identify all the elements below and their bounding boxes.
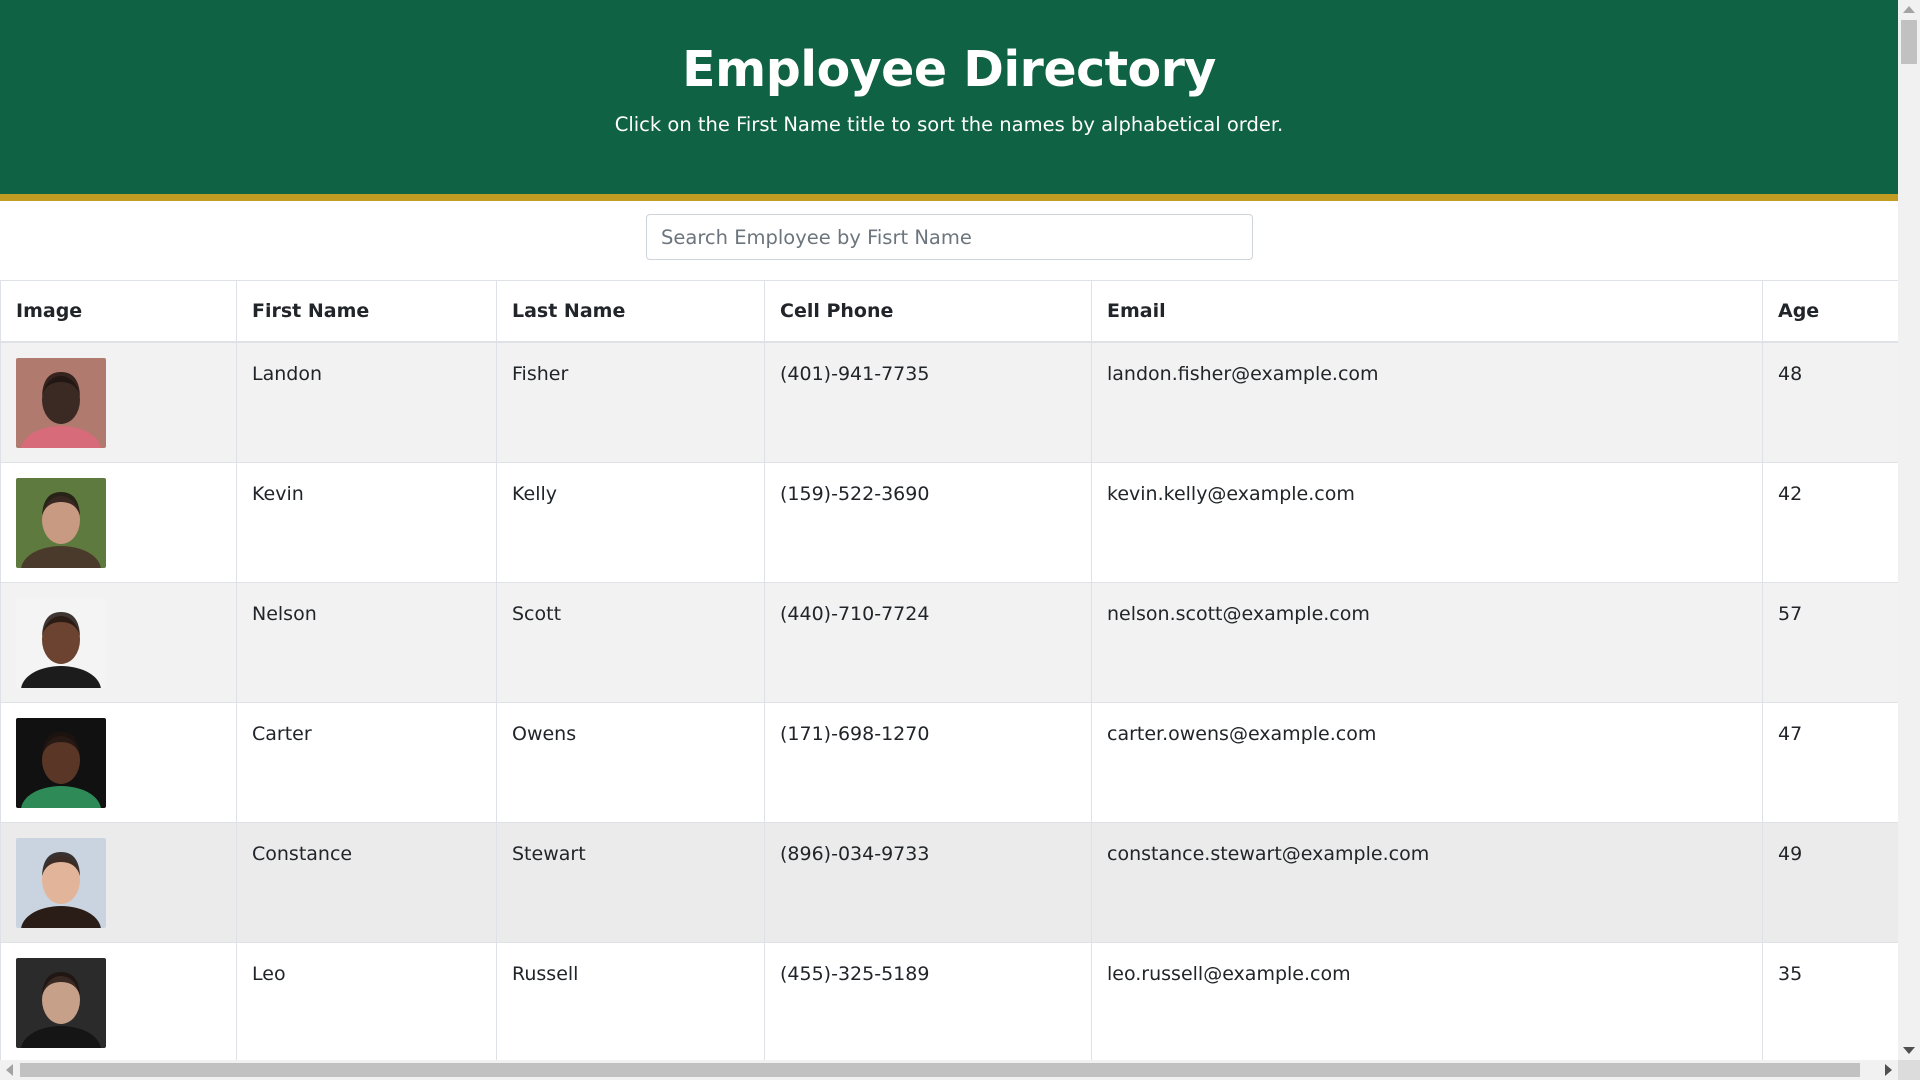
age-cell: 42 xyxy=(1762,461,1898,583)
age-cell: 35 xyxy=(1762,941,1898,1060)
cell-phone-cell: (440)-710-7724 xyxy=(764,581,1092,703)
last-name-cell: Fisher xyxy=(496,341,765,463)
cell-phone-cell: (401)-941-7735 xyxy=(764,341,1092,463)
first-name-cell: Landon xyxy=(236,341,497,463)
column-header-cell-phone: Cell Phone xyxy=(764,280,1092,343)
horizontal-scrollbar[interactable] xyxy=(0,1060,1898,1080)
column-header-last-name: Last Name xyxy=(496,280,765,343)
last-name-cell: Kelly xyxy=(496,461,765,583)
age-cell: 47 xyxy=(1762,701,1898,823)
email-cell: carter.owens@example.com xyxy=(1091,701,1763,823)
scroll-right-arrow-icon[interactable] xyxy=(1885,1064,1892,1076)
age-cell: 49 xyxy=(1762,821,1898,943)
table-header-row: Image First Name Last Name Cell Phone Em… xyxy=(0,280,1898,343)
column-header-image: Image xyxy=(0,280,237,343)
first-name-cell: Leo xyxy=(236,941,497,1060)
first-name-cell: Kevin xyxy=(236,461,497,583)
employee-image-cell xyxy=(0,581,237,703)
vertical-scroll-thumb[interactable] xyxy=(1901,20,1917,64)
table-row: Leo Russell (455)-325-5189 leo.russell@exam… xyxy=(0,941,1898,1060)
last-name-cell: Scott xyxy=(496,581,765,703)
search-input[interactable] xyxy=(646,214,1253,260)
first-name-cell: Carter xyxy=(236,701,497,823)
table-row: Landon Fisher (401)-941-7735 landon.fisher@… xyxy=(0,341,1898,463)
search-bar xyxy=(0,201,1898,280)
email-cell: nelson.scott@example.com xyxy=(1091,581,1763,703)
email-cell: landon.fisher@example.com xyxy=(1091,341,1763,463)
cell-phone-cell: (171)-698-1270 xyxy=(764,701,1092,823)
scroll-left-arrow-icon[interactable] xyxy=(6,1064,13,1076)
cell-phone-cell: (896)-034-9733 xyxy=(764,821,1092,943)
employee-image-cell xyxy=(0,701,237,823)
page-viewport: Employee Directory Click on the First Na… xyxy=(0,0,1898,1060)
employee-photo xyxy=(16,957,106,1048)
employee-photo xyxy=(16,597,106,688)
column-header-first-name[interactable]: First Name xyxy=(236,280,497,343)
scrollbar-corner xyxy=(1898,1060,1920,1080)
page-title: Employee Directory xyxy=(682,41,1216,98)
employee-photo xyxy=(16,358,106,448)
vertical-scrollbar[interactable] xyxy=(1898,0,1920,1060)
table-row: Nelson Scott (440)-710-7724 nelson.scott@ex… xyxy=(0,581,1898,703)
scroll-up-arrow-icon[interactable] xyxy=(1903,6,1915,13)
employee-photo xyxy=(16,717,106,808)
table-row: Kevin Kelly (159)-522-3690 kevin.kelly@exam… xyxy=(0,461,1898,583)
table-body: Landon Fisher (401)-941-7735 landon.fisher@… xyxy=(0,341,1898,1060)
column-header-age: Age xyxy=(1762,280,1898,343)
email-cell: kevin.kelly@example.com xyxy=(1091,461,1763,583)
age-cell: 48 xyxy=(1762,341,1898,463)
last-name-cell: Owens xyxy=(496,701,765,823)
employee-image-cell xyxy=(0,461,237,583)
employee-photo xyxy=(16,477,106,568)
page-header: Employee Directory Click on the First Na… xyxy=(0,0,1898,201)
employee-image-cell xyxy=(0,941,237,1060)
email-cell: leo.russell@example.com xyxy=(1091,941,1763,1060)
employee-table: Image First Name Last Name Cell Phone Em… xyxy=(0,280,1898,1060)
cell-phone-cell: (159)-522-3690 xyxy=(764,461,1092,583)
last-name-cell: Russell xyxy=(496,941,765,1060)
column-header-email: Email xyxy=(1091,280,1763,343)
cell-phone-cell: (455)-325-5189 xyxy=(764,941,1092,1060)
employee-image-cell xyxy=(0,821,237,943)
first-name-cell: Constance xyxy=(236,821,497,943)
first-name-cell: Nelson xyxy=(236,581,497,703)
email-cell: constance.stewart@example.com xyxy=(1091,821,1763,943)
employee-image-cell xyxy=(0,341,237,463)
last-name-cell: Stewart xyxy=(496,821,765,943)
employee-photo xyxy=(16,837,106,928)
table-row: Constance Stewart (896)-034-9733 constance.… xyxy=(0,821,1898,943)
page-subtitle: Click on the First Name title to sort th… xyxy=(614,113,1284,136)
horizontal-scroll-thumb[interactable] xyxy=(20,1063,1860,1077)
table-row: Carter Owens (171)-698-1270 carter.owens@ex… xyxy=(0,701,1898,823)
scroll-down-arrow-icon[interactable] xyxy=(1903,1047,1915,1054)
age-cell: 57 xyxy=(1762,581,1898,703)
